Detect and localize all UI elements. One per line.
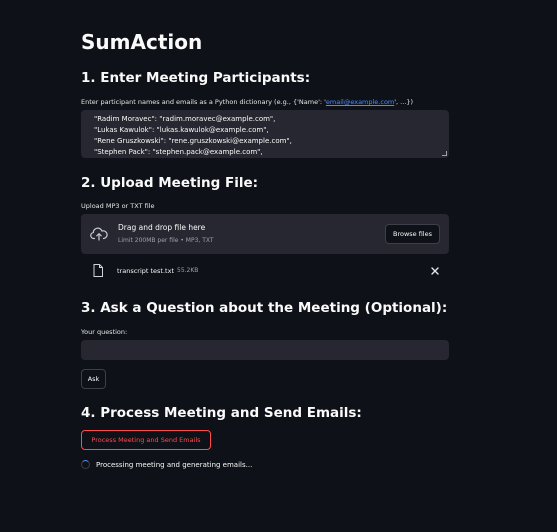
example-email-link[interactable]: email@example.com	[326, 98, 394, 106]
textarea-line: "Stephen Pack": "stephen.pack@example.co…	[94, 148, 263, 156]
section-upload-heading: 2. Upload Meeting File:	[81, 175, 259, 191]
file-name: transcript test.txt	[117, 267, 174, 275]
ask-button[interactable]: Ask	[81, 369, 106, 389]
instruction-suffix: ', ...})	[394, 98, 414, 106]
cloud-upload-icon	[90, 227, 108, 241]
close-icon[interactable]	[430, 266, 440, 276]
file-icon	[93, 264, 103, 277]
section-question-heading: 3. Ask a Question about the Meeting (Opt…	[81, 300, 448, 316]
app-title: SumAction	[81, 30, 203, 54]
browse-files-button[interactable]: Browse files	[385, 224, 440, 244]
processing-status: Processing meeting and generating emails…	[96, 461, 253, 469]
file-size: 55.2KB	[177, 267, 199, 274]
upload-label: Upload MP3 or TXT file	[81, 202, 155, 210]
dropzone-main-text: Drag and drop file here	[118, 223, 206, 232]
dropzone-limit-text: Limit 200MB per file • MP3, TXT	[118, 237, 214, 244]
question-input[interactable]	[81, 340, 449, 360]
spinner-icon	[81, 460, 90, 469]
question-label: Your question:	[81, 328, 128, 336]
participants-textarea[interactable]: "Radim Moravec": "radim.moravec@example.…	[81, 110, 449, 158]
process-meeting-button[interactable]: Process Meeting and Send Emails	[81, 430, 211, 450]
section-participants-heading: 1. Enter Meeting Participants:	[81, 70, 311, 86]
instruction-prefix: Enter participant names and emails as a …	[81, 98, 326, 106]
textarea-line: "Rene Gruszkowski": "rene.gruszkowski@ex…	[94, 137, 292, 145]
participants-instruction: Enter participant names and emails as a …	[81, 98, 413, 106]
file-dropzone[interactable]: Drag and drop file here Limit 200MB per …	[81, 214, 449, 254]
textarea-line: "Radim Moravec": "radim.moravec@example.…	[94, 115, 276, 123]
uploaded-file-row: transcript test.txt 55.2KB	[81, 262, 449, 280]
textarea-line: "Lukas Kawulok": "lukas.kawulok@example.…	[94, 126, 269, 134]
resize-handle[interactable]	[442, 151, 447, 156]
section-process-heading: 4. Process Meeting and Send Emails:	[81, 405, 362, 421]
